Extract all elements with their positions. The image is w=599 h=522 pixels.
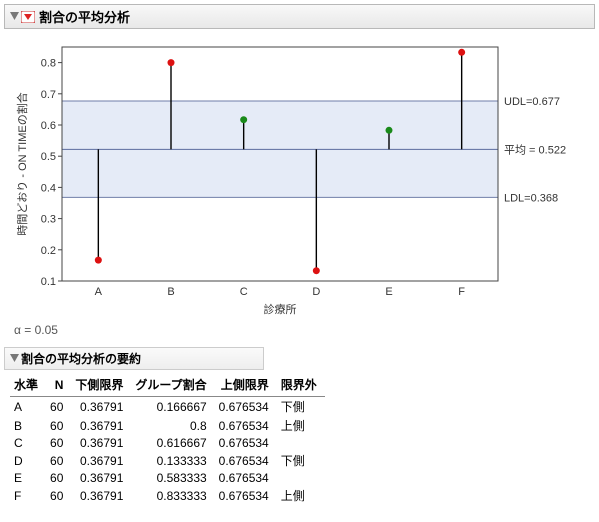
table-cell: 0.833333 [131, 486, 214, 505]
table-cell: E [10, 470, 46, 486]
x-tick-label: F [458, 286, 465, 298]
table-cell: 0.36791 [71, 416, 131, 435]
table-cell [277, 470, 325, 486]
table-cell: 下側 [277, 397, 325, 417]
table-cell: 60 [46, 397, 71, 417]
table-cell: 0.676534 [215, 416, 277, 435]
table-cell: 0.36791 [71, 486, 131, 505]
table-cell: 0.8 [131, 416, 214, 435]
disclosure-icon[interactable] [9, 12, 19, 22]
table-row: C600.367910.6166670.676534 [10, 435, 325, 451]
table-row: F600.367910.8333330.676534上側 [10, 486, 325, 505]
table-cell: 0.36791 [71, 435, 131, 451]
x-axis-label: 診療所 [264, 302, 297, 316]
table-cell: 0.133333 [131, 451, 214, 470]
table-row: E600.367910.5833330.676534 [10, 470, 325, 486]
table-cell: 上側 [277, 416, 325, 435]
disclosure-icon[interactable] [9, 354, 19, 364]
panel-title: 割合の平均分析 [39, 7, 130, 26]
y-tick-label: 0.5 [41, 151, 56, 163]
x-tick-label: C [240, 286, 248, 298]
udl-label: UDL=0.677 [504, 96, 560, 108]
y-tick-label: 0.2 [41, 245, 56, 257]
y-tick-label: 0.8 [41, 58, 56, 70]
y-tick-label: 0.4 [41, 182, 56, 194]
column-header: グループ割合 [131, 374, 214, 397]
table-cell: D [10, 451, 46, 470]
ldl-label: LDL=0.368 [504, 192, 558, 204]
y-tick-label: 0.7 [41, 89, 56, 101]
x-tick-label: D [312, 286, 320, 298]
table-cell: 60 [46, 470, 71, 486]
table-cell: A [10, 397, 46, 417]
table-cell: F [10, 486, 46, 505]
table-cell: 0.36791 [71, 451, 131, 470]
table-cell: 0.166667 [131, 397, 214, 417]
alpha-label: α = 0.05 [14, 323, 595, 337]
table-cell: 0.36791 [71, 470, 131, 486]
table-cell: 上側 [277, 486, 325, 505]
column-header: 上側限界 [215, 374, 277, 397]
table-cell: 60 [46, 435, 71, 451]
main-panel-header: 割合の平均分析 [4, 4, 595, 29]
column-header: N [46, 374, 71, 397]
table-row: D600.367910.1333330.676534下側 [10, 451, 325, 470]
table-cell: 0.616667 [131, 435, 214, 451]
table-cell [277, 435, 325, 451]
table-cell: 0.583333 [131, 470, 214, 486]
table-cell: 0.676534 [215, 397, 277, 417]
red-triangle-menu-icon[interactable] [21, 11, 35, 23]
table-cell: 60 [46, 486, 71, 505]
column-header: 水準 [10, 374, 46, 397]
column-header: 限界外 [277, 374, 325, 397]
summary-table: 水準N下側限界グループ割合上側限界限界外 A600.367910.1666670… [10, 374, 325, 505]
mean-label: 平均 = 0.522 [504, 143, 566, 156]
table-row: B600.367910.80.676534上側 [10, 416, 325, 435]
x-tick-label: B [167, 286, 174, 298]
table-cell: 60 [46, 416, 71, 435]
y-tick-label: 0.1 [41, 276, 56, 288]
data-point [168, 59, 175, 66]
data-point [95, 257, 102, 264]
table-cell: 0.676534 [215, 435, 277, 451]
data-point [240, 116, 247, 123]
table-cell: 0.36791 [71, 397, 131, 417]
table-cell: 0.676534 [215, 486, 277, 505]
table-cell: 60 [46, 451, 71, 470]
table-cell: 下側 [277, 451, 325, 470]
y-tick-label: 0.6 [41, 120, 56, 132]
data-point [313, 267, 320, 274]
table-cell: C [10, 435, 46, 451]
y-tick-label: 0.3 [41, 214, 56, 226]
summary-title: 割合の平均分析の要約 [21, 350, 141, 367]
table-cell: 0.676534 [215, 470, 277, 486]
table-cell: B [10, 416, 46, 435]
column-header: 下側限界 [71, 374, 131, 397]
x-tick-label: A [95, 286, 103, 298]
data-point [386, 127, 393, 134]
table-cell: 0.676534 [215, 451, 277, 470]
summary-panel-header: 割合の平均分析の要約 [4, 347, 264, 370]
data-point [458, 49, 465, 56]
anom-chart: 0.1 0.2 0.3 0.4 0.5 0.6 0.7 0.8 A B C D E F UDL=0.677 平… [12, 37, 587, 317]
x-tick-label: E [385, 286, 392, 298]
table-row: A600.367910.1666670.676534下側 [10, 397, 325, 417]
y-axis-label: 時間どおり - ON TIMEの割合 [15, 92, 29, 235]
